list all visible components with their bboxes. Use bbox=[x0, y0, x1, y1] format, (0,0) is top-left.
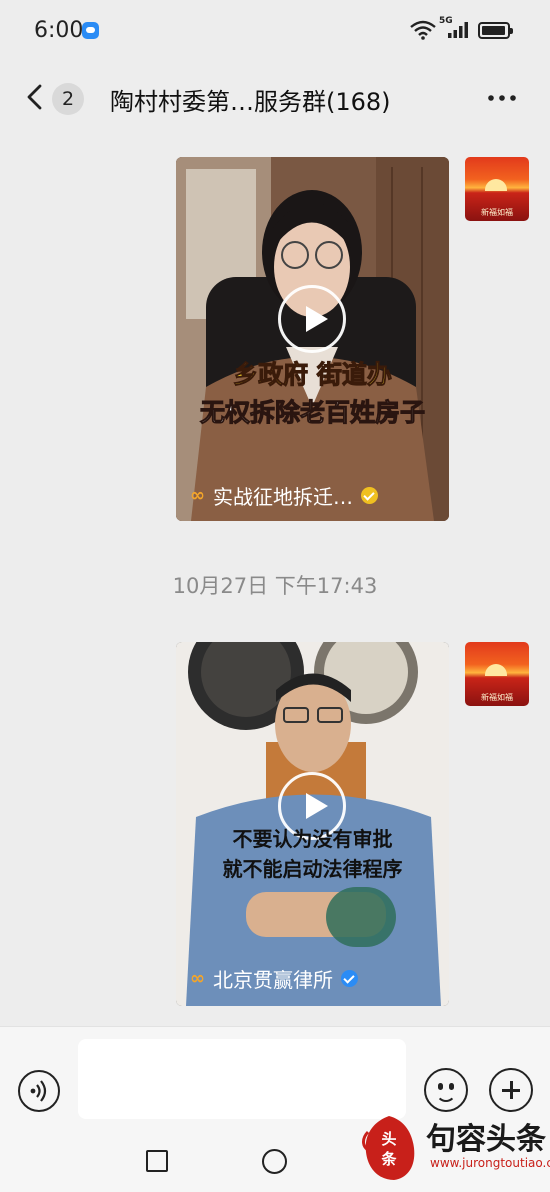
video-caption-line1: 乡政府 街道办 bbox=[233, 360, 393, 390]
watermark: 头 条 句容头条 www.jurongtoutiao.com bbox=[360, 1108, 550, 1192]
svg-text:条: 条 bbox=[380, 1150, 397, 1168]
back-icon[interactable] bbox=[22, 82, 52, 112]
watermark-seal-logo: 头 条 bbox=[362, 1116, 415, 1180]
play-icon[interactable] bbox=[278, 285, 346, 353]
signal-icon bbox=[448, 22, 468, 38]
video-message-card[interactable]: 不要认为没有审批 就不能启动法律程序 ∞ 北京贯赢律所 bbox=[176, 642, 449, 1006]
battery-icon bbox=[478, 22, 513, 39]
avatar-label: 新福如福 bbox=[481, 208, 513, 217]
wifi-icon bbox=[410, 20, 436, 40]
video-source: ∞ 北京贯赢律所 bbox=[190, 964, 358, 993]
voice-button[interactable] bbox=[18, 1070, 60, 1112]
video-caption-line1: 不要认为没有审批 bbox=[232, 827, 393, 851]
video-channel-logo-icon: ∞ bbox=[190, 485, 205, 506]
video-source-name: 实战征地拆迁… bbox=[213, 485, 353, 509]
video-source-name: 北京贯赢律所 bbox=[213, 968, 333, 992]
verified-icon bbox=[361, 487, 378, 504]
watermark-url: www.jurongtoutiao.com bbox=[430, 1156, 550, 1170]
avatar-label: 新福如福 bbox=[481, 693, 513, 702]
voice-icon bbox=[30, 1080, 47, 1102]
plus-button[interactable] bbox=[489, 1068, 533, 1112]
message-notification-icon bbox=[82, 22, 99, 39]
avatar[interactable]: 新福如福 bbox=[465, 157, 529, 221]
watermark-title: 句容头条 bbox=[426, 1122, 546, 1157]
unread-count-badge[interactable]: 2 bbox=[52, 83, 84, 115]
video-caption-line2: 就不能启动法律程序 bbox=[222, 857, 403, 881]
video-caption-line2: 无权拆除老百姓房子 bbox=[199, 398, 425, 428]
emoji-icon bbox=[438, 1083, 443, 1090]
home-button[interactable] bbox=[262, 1149, 287, 1174]
avatar[interactable]: 新福如福 bbox=[465, 642, 529, 706]
more-icon[interactable] bbox=[487, 90, 517, 106]
status-time: 6:00 bbox=[34, 18, 84, 43]
chat-title: 陶村村委第…服务群(168) bbox=[110, 88, 391, 116]
status-bar: 6:00 5G bbox=[0, 0, 550, 62]
message-input[interactable] bbox=[78, 1039, 406, 1119]
chat-header: 2 陶村村委第…服务群(168) bbox=[0, 62, 550, 134]
verified-icon bbox=[341, 970, 358, 987]
svg-text:头: 头 bbox=[381, 1130, 396, 1148]
emoji-button[interactable] bbox=[424, 1068, 468, 1112]
video-channel-logo-icon: ∞ bbox=[190, 968, 205, 989]
video-source: ∞ 实战征地拆迁… bbox=[190, 481, 378, 510]
recent-apps-button[interactable] bbox=[146, 1150, 168, 1172]
video-message-card[interactable]: 乡政府 街道办 无权拆除老百姓房子 ∞ 实战征地拆迁… bbox=[176, 157, 449, 521]
message-timestamp: 10月27日 下午17:43 bbox=[172, 574, 378, 598]
